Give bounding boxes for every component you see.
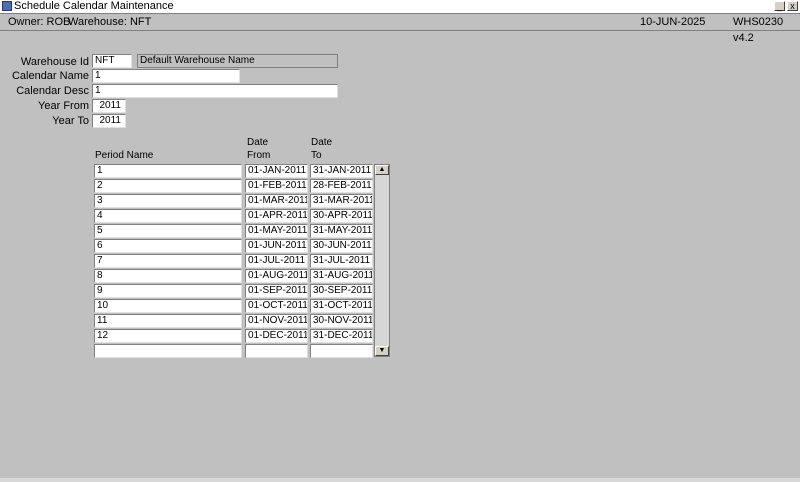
warehouse-text: Warehouse: NFT: [68, 16, 152, 28]
col-date-from-line1: Date: [247, 137, 269, 148]
year-from-label: Year From: [38, 100, 89, 112]
date-to-cell[interactable]: 31-MAR-2011: [310, 194, 373, 208]
date-to-cell[interactable]: 31-AUG-2011: [310, 269, 373, 283]
period-name-cell[interactable]: 10: [94, 299, 242, 313]
date-to-cell[interactable]: 31-JAN-2011: [310, 164, 373, 178]
date-to-cell[interactable]: 30-SEP-2011: [310, 284, 373, 298]
year-to-field[interactable]: 2011: [92, 114, 126, 128]
date-from-cell[interactable]: 01-JAN-2011: [245, 164, 308, 178]
info-bar: Owner: ROB Warehouse: NFT 10-JUN-2025 WH…: [0, 14, 800, 44]
col-period-name: Period Name: [95, 150, 154, 161]
calendar-desc-label: Calendar Desc: [16, 85, 89, 97]
period-name-cell[interactable]: 7: [94, 254, 242, 268]
scroll-up-icon[interactable]: ▲: [375, 165, 389, 175]
date-from-cell[interactable]: 01-MAY-2011: [245, 224, 308, 238]
app-icon: [2, 1, 12, 11]
period-name-cell[interactable]: 9: [94, 284, 242, 298]
calendar-name-field[interactable]: 1: [92, 69, 240, 83]
date-from-cell[interactable]: [245, 344, 308, 358]
date-to-cell[interactable]: 31-JUL-2011: [310, 254, 373, 268]
bottom-strip: [0, 478, 800, 482]
period-name-cell[interactable]: [94, 344, 242, 358]
date-from-cell[interactable]: 01-NOV-2011: [245, 314, 308, 328]
col-date-from-line2: From: [247, 150, 271, 161]
close-button[interactable]: x: [787, 1, 798, 11]
date-from-cell[interactable]: 01-DEC-2011: [245, 329, 308, 343]
period-name-cell[interactable]: 3: [94, 194, 242, 208]
date-to-cell[interactable]: 30-NOV-2011: [310, 314, 373, 328]
table-scrollbar[interactable]: ▲ ▼: [374, 164, 390, 357]
calendar-name-label: Calendar Name: [11, 70, 89, 82]
date-from-cell[interactable]: 01-JUL-2011: [245, 254, 308, 268]
period-name-cell[interactable]: 5: [94, 224, 242, 238]
date-text: 10-JUN-2025: [640, 16, 706, 28]
minimize-button[interactable]: _: [774, 1, 785, 11]
date-to-cell[interactable]: 31-DEC-2011: [310, 329, 373, 343]
warehouse-id-field[interactable]: NFT: [92, 54, 132, 68]
period-name-cell[interactable]: 11: [94, 314, 242, 328]
period-name-cell[interactable]: 8: [94, 269, 242, 283]
date-to-cell[interactable]: 31-OCT-2011: [310, 299, 373, 313]
date-to-cell[interactable]: [310, 344, 373, 358]
date-from-cell[interactable]: 01-OCT-2011: [245, 299, 308, 313]
period-name-cell[interactable]: 2: [94, 179, 242, 193]
period-name-cell[interactable]: 1: [94, 164, 242, 178]
date-from-cell[interactable]: 01-SEP-2011: [245, 284, 308, 298]
owner-text: Owner: ROB: [8, 16, 71, 28]
period-name-cell[interactable]: 12: [94, 329, 242, 343]
period-name-cell[interactable]: 6: [94, 239, 242, 253]
calendar-desc-field[interactable]: 1: [92, 84, 338, 98]
warehouse-id-label: Warehouse Id: [20, 56, 89, 68]
version-text: WHS0230 v4.2: [733, 16, 784, 44]
year-to-label: Year To: [52, 115, 89, 127]
col-date-to-line1: Date: [311, 137, 333, 148]
date-to-cell[interactable]: 28-FEB-2011: [310, 179, 373, 193]
period-name-cell[interactable]: 4: [94, 209, 242, 223]
col-date-to-line2: To: [311, 150, 322, 161]
date-from-cell[interactable]: 01-JUN-2011: [245, 239, 308, 253]
year-from-field[interactable]: 2011: [92, 99, 126, 113]
date-to-cell[interactable]: 30-APR-2011: [310, 209, 373, 223]
window-title: Schedule Calendar Maintenance: [14, 0, 174, 12]
window-titlebar: Schedule Calendar Maintenance _ x: [0, 0, 800, 14]
date-from-cell[interactable]: 01-FEB-2011: [245, 179, 308, 193]
warehouse-name-field: Default Warehouse Name: [137, 54, 338, 68]
scroll-down-icon[interactable]: ▼: [375, 346, 389, 356]
date-from-cell[interactable]: 01-APR-2011: [245, 209, 308, 223]
date-from-cell[interactable]: 01-MAR-2011: [245, 194, 308, 208]
date-to-cell[interactable]: 30-JUN-2011: [310, 239, 373, 253]
date-from-cell[interactable]: 01-AUG-2011: [245, 269, 308, 283]
date-to-cell[interactable]: 31-MAY-2011: [310, 224, 373, 238]
